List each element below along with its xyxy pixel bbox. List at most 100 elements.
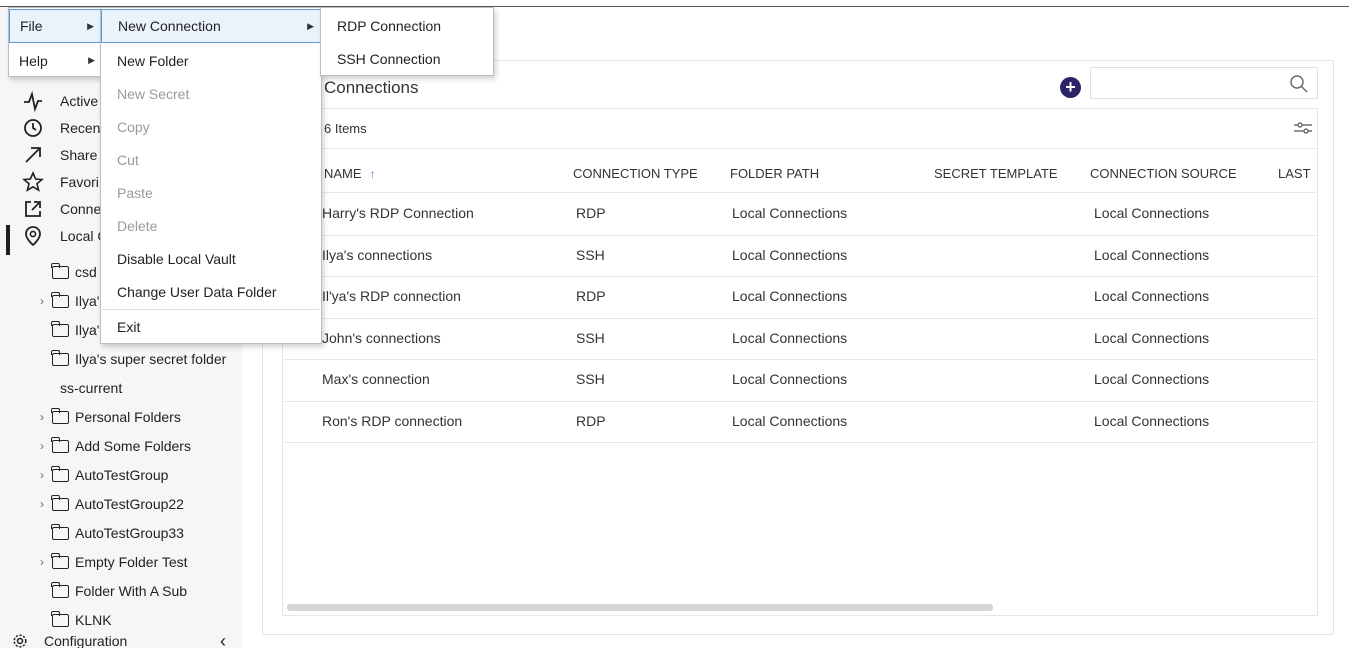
rdp-connection-menu-item[interactable]: RDP Connection bbox=[321, 9, 493, 42]
file-menu-item[interactable]: New Folder bbox=[101, 44, 321, 77]
table-cell: Local Connections bbox=[1094, 288, 1210, 304]
tree-item-label: ss-current bbox=[60, 380, 123, 396]
menu-file[interactable]: File ▶ bbox=[9, 9, 101, 43]
tree-item[interactable]: AutoTestGroup33 bbox=[40, 519, 184, 547]
tree-item[interactable]: › Ilya' bbox=[40, 287, 99, 315]
menu-separator bbox=[103, 309, 319, 310]
activity-icon bbox=[24, 90, 42, 112]
sidebar-item-label: Recen bbox=[60, 120, 101, 136]
column-header[interactable]: CONNECTION TYPE bbox=[573, 166, 698, 181]
tree-item-label: Add Some Folders bbox=[75, 438, 191, 454]
table-cell: Max's connection bbox=[322, 371, 430, 387]
menu-help[interactable]: Help ▶ bbox=[9, 44, 101, 77]
column-filter-icon[interactable] bbox=[1292, 121, 1314, 135]
page-title: Connections bbox=[324, 78, 419, 97]
column-header[interactable]: LAST bbox=[1278, 166, 1311, 181]
folder-icon bbox=[51, 320, 69, 337]
column-header[interactable]: FOLDER PATH bbox=[730, 166, 819, 181]
table-cell: Local Connections bbox=[1094, 329, 1210, 346]
tree-item-label: KLNK bbox=[75, 612, 112, 628]
table-cell: Ilya's connections bbox=[322, 246, 433, 263]
folder-icon bbox=[51, 349, 69, 366]
tree-item[interactable]: › Personal Folders bbox=[40, 403, 181, 431]
tree-item[interactable]: Ilya's super secret folder bbox=[40, 345, 226, 373]
file-menu-item: Delete bbox=[117, 217, 158, 234]
divider bbox=[283, 317, 1317, 319]
tree-item-label: Personal Folders bbox=[75, 409, 181, 425]
new-connection-menu: RDP Connection SSH Connection bbox=[320, 7, 494, 76]
file-menu-item[interactable]: Disable Local Vault bbox=[101, 242, 321, 275]
tree-item-label: Empty Folder Test bbox=[75, 554, 188, 570]
divider bbox=[283, 276, 1317, 277]
table-cell: Local Connections bbox=[732, 288, 848, 304]
add-connection-button[interactable]: + bbox=[1060, 77, 1081, 98]
folder-icon bbox=[51, 494, 69, 511]
search-icon bbox=[1290, 75, 1308, 93]
file-menu-item[interactable]: Change User Data Folder bbox=[101, 275, 321, 308]
tree-item[interactable]: Ilya' bbox=[40, 316, 99, 344]
folder-icon bbox=[51, 610, 69, 627]
gear-icon bbox=[13, 634, 27, 648]
menubar: File ▶ Help ▶ bbox=[8, 7, 102, 77]
file-menu-item: Cut bbox=[117, 151, 139, 168]
collapse-sidebar-icon[interactable]: ‹ bbox=[220, 631, 226, 648]
chevron-right-icon: ▶ bbox=[307, 20, 314, 31]
location-pin-icon bbox=[25, 226, 41, 247]
tree-item-label: Ilya' bbox=[75, 322, 100, 338]
table-cell: Il'ya's RDP connection bbox=[322, 288, 461, 304]
table-cell: SSH bbox=[576, 329, 605, 346]
folder-icon bbox=[51, 291, 69, 308]
folder-icon bbox=[51, 262, 69, 279]
star-icon bbox=[22, 171, 44, 192]
tree-item-label: csd bbox=[75, 264, 97, 280]
tree-item[interactable]: csd bbox=[40, 258, 97, 286]
table-cell: Local Connections bbox=[1094, 246, 1210, 263]
folder-icon bbox=[51, 465, 69, 482]
table-cell: SSH bbox=[576, 371, 605, 387]
file-menu-item[interactable]: New Connection ▶ bbox=[101, 9, 321, 43]
column-header[interactable]: SECRET TEMPLATE bbox=[934, 166, 1058, 181]
folder-icon bbox=[51, 523, 69, 540]
table-cell: Local Connections bbox=[1094, 371, 1210, 387]
divider bbox=[283, 400, 1317, 402]
table-cell: RDP bbox=[576, 288, 606, 304]
table-cell: John's connections bbox=[322, 329, 441, 346]
tree-item[interactable]: › Add Some Folders bbox=[40, 432, 191, 460]
table-cell: Local Connections bbox=[1094, 205, 1210, 221]
configuration-item[interactable]: Configuration ‹ bbox=[0, 627, 242, 648]
tree-item[interactable]: Folder With A Sub bbox=[40, 577, 187, 605]
file-menu: New Connection ▶ New Folder New Secret Copy C… bbox=[100, 7, 322, 344]
external-link-icon bbox=[25, 201, 41, 217]
chevron-right-icon[interactable]: › bbox=[40, 497, 52, 511]
tree-item-label: AutoTestGroup22 bbox=[75, 496, 184, 512]
configuration-label: Configuration bbox=[44, 633, 128, 648]
sidebar-item-label: Favori bbox=[60, 174, 99, 190]
divider bbox=[283, 192, 1317, 193]
file-menu-item: Copy bbox=[117, 118, 150, 135]
chevron-right-icon[interactable]: › bbox=[40, 468, 52, 482]
tree-item-label: Folder With A Sub bbox=[75, 583, 188, 599]
file-menu-item: New Secret bbox=[117, 85, 190, 102]
chevron-right-icon[interactable]: › bbox=[40, 294, 52, 308]
tree-item[interactable]: › Empty Folder Test bbox=[40, 548, 188, 576]
chevron-right-icon[interactable]: › bbox=[40, 439, 52, 453]
table-cell: Local Connections bbox=[732, 205, 848, 221]
tree-item[interactable]: › AutoTestGroup22 bbox=[40, 490, 184, 518]
divider bbox=[283, 442, 1317, 443]
tree-item[interactable]: › AutoTestGroup bbox=[40, 461, 168, 489]
tree-item-label: Ilya' bbox=[75, 293, 100, 309]
table-cell: Local Connections bbox=[732, 329, 848, 346]
chevron-right-icon[interactable]: › bbox=[40, 555, 52, 569]
column-header[interactable]: CONNECTION SOURCE bbox=[1090, 166, 1237, 181]
search-input[interactable] bbox=[1090, 67, 1318, 99]
share-arrow-icon bbox=[25, 147, 41, 163]
folder-icon bbox=[51, 552, 69, 569]
sidebar-item-label: Conne bbox=[60, 201, 102, 217]
horizontal-scrollbar[interactable] bbox=[287, 604, 993, 611]
folder-icon bbox=[51, 436, 69, 453]
ssh-connection-menu-item[interactable]: SSH Connection bbox=[321, 42, 493, 75]
file-menu-item[interactable]: Exit bbox=[101, 310, 321, 343]
tree-item[interactable]: ss-current bbox=[60, 374, 122, 402]
column-header[interactable]: NAME ↑ bbox=[324, 166, 376, 181]
chevron-right-icon[interactable]: › bbox=[40, 410, 52, 424]
